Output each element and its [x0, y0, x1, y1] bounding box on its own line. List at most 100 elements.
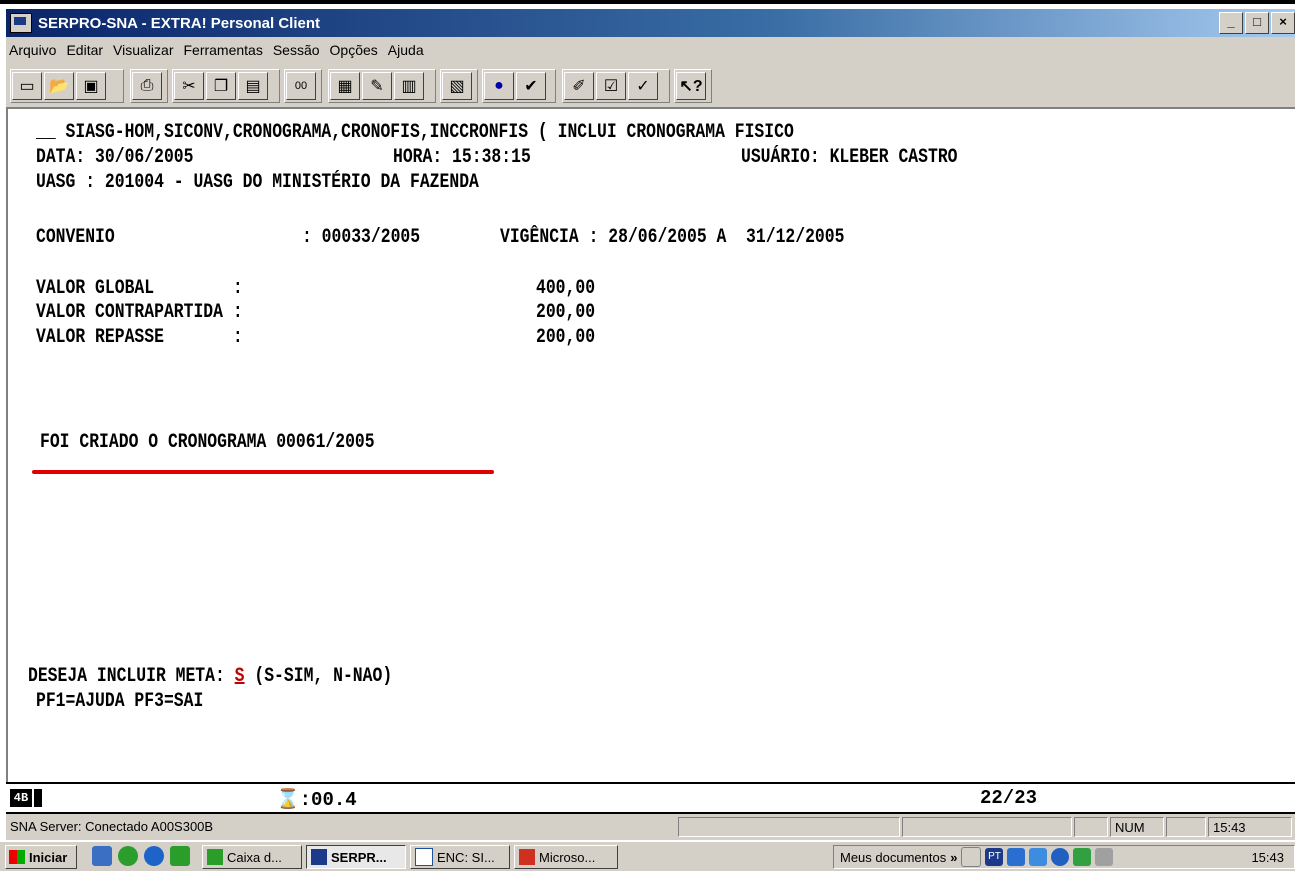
menu-ajuda[interactable]: Ajuda — [386, 42, 426, 58]
printer-session-icon[interactable]: ▥ — [394, 72, 424, 100]
mode-indicator: 4B — [10, 789, 32, 807]
quickpad-icon[interactable]: ✓ — [628, 72, 658, 100]
status-message: FOI CRIADO O CRONOGRAMA 00061/2005 — [40, 431, 375, 454]
taskbar: Iniciar Caixa d... SERPR... ENC: SI... M… — [0, 840, 1295, 871]
print-icon[interactable]: ⎙ — [132, 72, 162, 100]
task-serpro-label: SERPR... — [331, 849, 387, 865]
highlight-underline — [32, 470, 494, 474]
toolbar-group-connect: 00 — [284, 69, 322, 103]
terminal-screen[interactable]: __ SIASG-HOM,SICONV,CRONOGRAMA,CRONOFIS,… — [6, 109, 1295, 782]
terminal-task-icon — [311, 849, 327, 865]
status-cell-empty-3 — [1074, 817, 1108, 837]
screen-header-line: __ SIASG-HOM,SICONV,CRONOGRAMA,CRONOFIS,… — [36, 121, 794, 144]
connection-icon[interactable] — [1095, 848, 1114, 866]
menu-arquivo[interactable]: Arquivo — [7, 42, 58, 58]
task-serpro[interactable]: SERPR... — [306, 845, 406, 869]
tools-icon[interactable]: ✎ — [362, 72, 392, 100]
toolbar-chevron[interactable]: » — [950, 850, 957, 865]
toolbar-group-print: ⎙ — [130, 69, 168, 103]
copy-icon[interactable]: ❐ — [206, 72, 236, 100]
vigencia: VIGÊNCIA : 28/06/2005 A 31/12/2005 — [500, 226, 845, 249]
help-icon[interactable]: ↖? — [676, 72, 706, 100]
volume-icon[interactable] — [961, 847, 982, 867]
save-icon[interactable]: ▣ — [76, 72, 106, 100]
edit-macro-icon[interactable]: ✐ — [564, 72, 594, 100]
response-timer: ⌛:00.4 — [276, 789, 357, 811]
toolbar-group-settings: ✐ ☑ ✓ — [562, 69, 670, 103]
toolbar-group-file: ▭ 📂 ▣ — [10, 69, 124, 103]
record-icon[interactable]: ● — [484, 72, 514, 100]
maximize-button[interactable]: □ — [1245, 12, 1269, 34]
title-bar[interactable]: SERPRO-SNA - EXTRA! Personal Client _ □ … — [6, 9, 1295, 37]
powerpoint-icon — [519, 849, 535, 865]
meta-prompt-text: DESEJA INCLUIR META: — [28, 665, 235, 688]
task-caixa-label: Caixa d... — [227, 849, 282, 865]
valor-contrapartida: 200,00 — [536, 301, 596, 324]
macro-icon[interactable]: ✔ — [516, 72, 546, 100]
status-bar: SNA Server: Conectado A00S300B NUM 15:43 — [6, 814, 1295, 840]
language-indicator[interactable]: PT — [985, 848, 1004, 866]
system-tray: Meus documentos » PT 15:43 — [833, 845, 1295, 869]
network-icon[interactable] — [1007, 848, 1026, 866]
send-file-icon[interactable]: ▦ — [330, 72, 360, 100]
menu-ferramentas[interactable]: Ferramentas — [181, 42, 264, 58]
antivirus-icon[interactable] — [1051, 848, 1070, 866]
meta-prompt-options: (S-SIM, N-NAO) — [244, 665, 393, 688]
valor-repasse-label: VALOR REPASSE : — [36, 326, 243, 349]
open-icon[interactable]: 📂 — [44, 72, 74, 100]
settings-icon[interactable]: ☑ — [596, 72, 626, 100]
sync-icon[interactable] — [1073, 848, 1092, 866]
status-cell-empty-4 — [1166, 817, 1206, 837]
mail-icon — [415, 848, 433, 866]
status-cell-empty-1 — [678, 817, 900, 837]
toolbar-group-transfer: ▦ ✎ ▥ — [328, 69, 436, 103]
operator-info-area: 4B ⌛:00.4 22/23 — [6, 782, 1295, 814]
server-status: SNA Server: Conectado A00S300B — [10, 819, 214, 834]
meta-prompt: DESEJA INCLUIR META: S (S-SIM, N-NAO) — [28, 665, 392, 688]
task-microsoft[interactable]: Microso... — [514, 845, 618, 869]
new-icon[interactable]: ▭ — [12, 72, 42, 100]
status-cell-empty-2 — [902, 817, 1072, 837]
start-button[interactable]: Iniciar — [5, 845, 77, 869]
task-enc-label: ENC: SI... — [437, 849, 495, 865]
windows-flag-icon — [9, 850, 25, 864]
cut-icon[interactable]: ✂ — [174, 72, 204, 100]
num-lock-indicator: NUM — [1110, 817, 1164, 837]
address-toolbar-label[interactable]: Meus documentos — [840, 850, 946, 865]
convenio-label: CONVENIO — [36, 226, 115, 249]
screen-user: USUÁRIO: KLEBER CASTRO — [741, 146, 958, 169]
app-terminal-icon[interactable] — [10, 13, 32, 33]
window-controls: _ □ × — [1217, 12, 1295, 34]
oia-cursor-block — [34, 789, 42, 807]
menu-editar[interactable]: Editar — [64, 42, 105, 58]
screen-date: DATA: 30/06/2005 — [36, 146, 194, 169]
media-player-icon[interactable] — [118, 846, 138, 866]
menu-opcoes[interactable]: Opções — [328, 42, 380, 58]
task-caixa[interactable]: Caixa d... — [202, 845, 302, 869]
valor-repasse: 200,00 — [536, 326, 596, 349]
monitor-icon[interactable] — [1029, 848, 1048, 866]
show-desktop-icon[interactable] — [92, 846, 112, 866]
minimize-button[interactable]: _ — [1219, 12, 1243, 34]
receive-icon[interactable]: ▧ — [442, 72, 472, 100]
close-button[interactable]: × — [1271, 12, 1295, 34]
meta-input-field[interactable]: S — [235, 665, 245, 688]
toolbar: ▭ 📂 ▣ ⎙ ✂ ❐ ▤ 00 ▦ ✎ ▥ ▧ ● ✔ ✐ ☑ ✓ ↖? — [6, 63, 1295, 109]
status-time: 15:43 — [1208, 817, 1292, 837]
start-label: Iniciar — [29, 849, 68, 865]
internet-explorer-icon[interactable] — [144, 846, 164, 866]
paste-icon[interactable]: ▤ — [238, 72, 268, 100]
task-microsoft-label: Microso... — [539, 849, 596, 865]
toolbar-group-receive: ▧ — [440, 69, 478, 103]
outlook-quick-icon[interactable] — [170, 846, 190, 866]
menu-sessao[interactable]: Sessão — [271, 42, 322, 58]
task-enc[interactable]: ENC: SI... — [410, 845, 510, 869]
valor-contrapartida-label: VALOR CONTRAPARTIDA : — [36, 301, 243, 324]
menu-visualizar[interactable]: Visualizar — [111, 42, 175, 58]
connect-icon[interactable]: 00 — [286, 72, 316, 100]
menu-bar: Arquivo Editar Visualizar Ferramentas Se… — [6, 37, 1295, 63]
toolbar-group-edit: ✂ ❐ ▤ — [172, 69, 280, 103]
cursor-position: 22/23 — [980, 787, 1038, 809]
valor-global-label: VALOR GLOBAL : — [36, 277, 243, 300]
screen-uasg: UASG : 201004 - UASG DO MINISTÉRIO DA FA… — [36, 171, 479, 194]
